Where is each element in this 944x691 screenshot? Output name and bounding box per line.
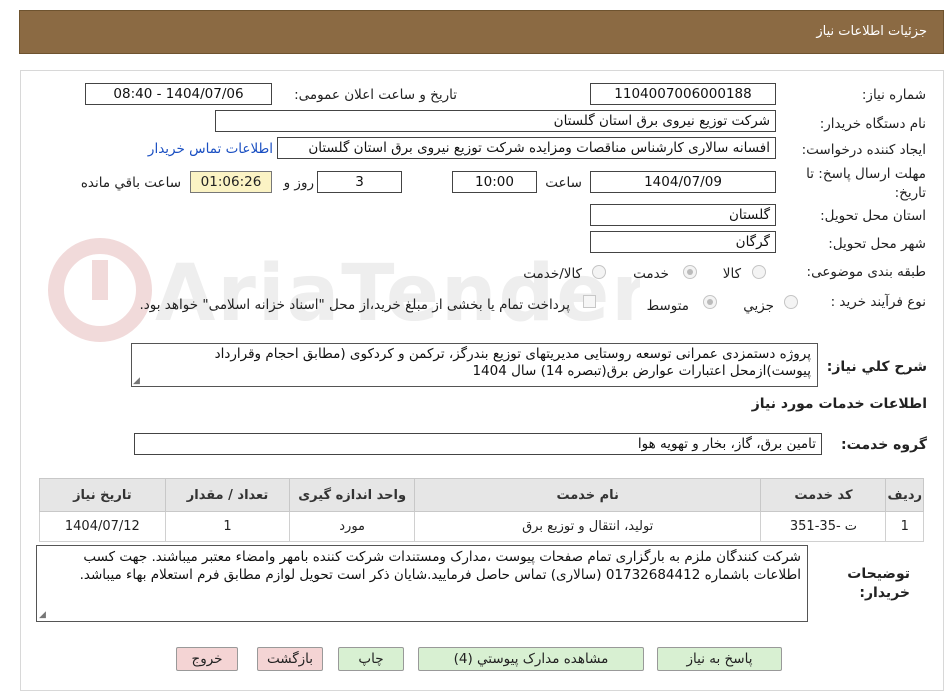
province-field: گلستان xyxy=(590,204,776,226)
deadline-date-field: 1404/07/09 xyxy=(590,171,776,193)
payment-checkbox[interactable] xyxy=(583,295,596,308)
resize-grip-icon[interactable]: ◢ xyxy=(39,611,47,620)
page-title: جزئیات اطلاعات نیاز xyxy=(816,24,927,39)
category-option-goods: کالا xyxy=(722,266,741,282)
col-need-date: تاریخ نیاز xyxy=(39,478,166,512)
category-radio-goods-service[interactable] xyxy=(592,265,606,279)
payment-note: پرداخت تمام یا بخشی از مبلغ خرید،از محل … xyxy=(139,297,570,313)
service-group-field: تامین برق، گاز، بخار و تهویه هوا xyxy=(134,433,822,455)
buyer-notes-textarea[interactable]: شرکت کنندگان ملزم به بارگزاری تمام صفحات… xyxy=(36,545,808,622)
service-group-label: گروه خدمت: xyxy=(841,437,927,453)
cell-quantity: 1 xyxy=(164,511,291,542)
category-label: طبقه بندی موضوعی: xyxy=(806,264,926,280)
deadline-time-field: 10:00 xyxy=(452,171,537,193)
buyer-org-field: شرکت توزیع نیروی برق استان گلستان xyxy=(215,110,776,132)
announce-field: 1404/07/06 - 08:40 xyxy=(85,83,272,105)
print-button[interactable]: چاپ xyxy=(338,647,404,671)
cell-need-date: 1404/07/12 xyxy=(39,511,166,542)
cell-row: 1 xyxy=(885,511,924,542)
need-number-field: 1104007006000188 xyxy=(590,83,776,105)
creator-field: افسانه سالاری کارشناس مناقصات ومزایده شر… xyxy=(277,137,776,159)
contact-buyer-link[interactable]: اطلاعات تماس خریدار xyxy=(148,141,273,157)
process-label: نوع فرآیند خرید : xyxy=(830,294,926,310)
remaining-timer: 01:06:26 xyxy=(190,171,272,193)
process-option-medium: متوسط xyxy=(646,298,689,314)
reply-button[interactable]: پاسخ به نیاز xyxy=(657,647,782,671)
col-service-code: کد خدمت xyxy=(760,478,887,512)
cell-service-code: ت -35-351 xyxy=(760,511,887,542)
category-radio-service[interactable] xyxy=(683,265,697,279)
resize-grip-icon[interactable]: ◢ xyxy=(133,377,141,386)
table-header-row: ردیف کد خدمت نام خدمت واحد اندازه گیری ت… xyxy=(39,478,924,512)
services-table-wrap: ردیف کد خدمت نام خدمت واحد اندازه گیری ت… xyxy=(39,478,924,542)
services-section-title: اطلاعات خدمات مورد نياز xyxy=(751,396,927,412)
buyer-notes-label-2: خریدار: xyxy=(859,585,910,601)
back-button[interactable]: بازگشت xyxy=(257,647,323,671)
deadline-time-label: ساعت xyxy=(545,175,582,191)
description-textarea[interactable]: پروژه دستمزدی عمرانی توسعه روستایی مدیری… xyxy=(131,343,818,387)
announce-label: تاریخ و ساعت اعلان عمومی: xyxy=(294,87,457,103)
buyer-notes-label: توضیحات xyxy=(847,566,910,582)
province-label: استان محل تحویل: xyxy=(820,208,926,224)
cell-unit: مورد xyxy=(289,511,415,542)
description-label: شرح کلي نياز: xyxy=(826,359,927,375)
col-service-name: نام خدمت xyxy=(413,478,762,512)
view-attachments-button[interactable]: مشاهده مدارک پیوستي (4) xyxy=(418,647,644,671)
remaining-label: ساعت باقي مانده xyxy=(80,175,181,191)
deadline-label: مهلت ارسال پاسخ: تا xyxy=(806,166,926,182)
services-table: ردیف کد خدمت نام خدمت واحد اندازه گیری ت… xyxy=(39,478,924,542)
exit-button[interactable]: خروج xyxy=(176,647,238,671)
cell-service-name: تولید، انتقال و توزیع برق xyxy=(413,511,762,542)
city-label: شهر محل تحویل: xyxy=(828,236,926,252)
col-unit: واحد اندازه گیری xyxy=(289,478,415,512)
process-radio-minor[interactable] xyxy=(784,295,798,309)
creator-label: ایجاد کننده درخواست: xyxy=(801,142,926,158)
process-option-minor: جزيي xyxy=(743,298,774,314)
category-option-goods-service: کالا/خدمت xyxy=(523,266,582,282)
category-option-service: خدمت xyxy=(633,266,669,282)
page-header: جزئیات اطلاعات نیاز xyxy=(19,10,944,54)
category-radio-goods[interactable] xyxy=(752,265,766,279)
col-row: ردیف xyxy=(885,478,924,512)
table-row: 1 ت -35-351 تولید، انتقال و توزیع برق مو… xyxy=(39,511,924,542)
days-field: 3 xyxy=(317,171,402,193)
need-number-label: شماره نیاز: xyxy=(861,87,926,103)
deadline-label-date: تاریخ: xyxy=(894,185,926,201)
buyer-org-label: نام دستگاه خریدار: xyxy=(819,116,926,132)
col-quantity: تعداد / مقدار xyxy=(164,478,291,512)
city-field: گرگان xyxy=(590,231,776,253)
process-radio-medium[interactable] xyxy=(703,295,717,309)
days-label: روز و xyxy=(283,175,314,191)
